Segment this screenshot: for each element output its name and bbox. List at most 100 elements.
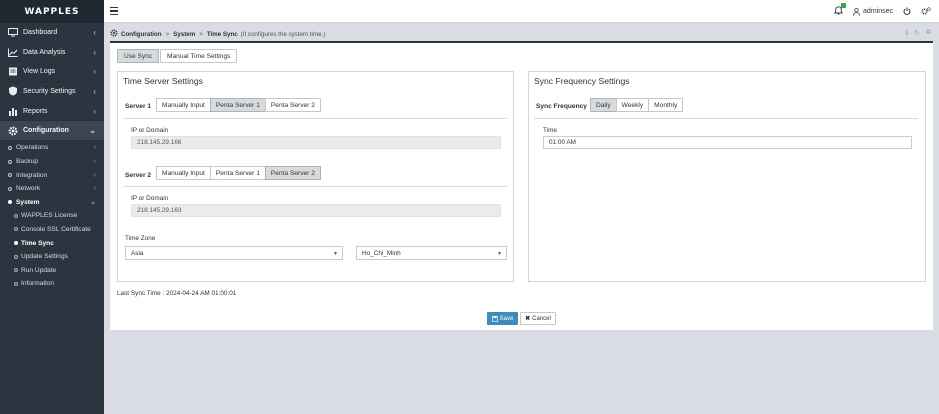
app-logo: WAPPLES	[0, 0, 104, 23]
chevron-down-icon: ⌄	[89, 126, 96, 136]
server2-source-toggle: Manually Input Penta Server 1 Penta Serv…	[156, 166, 321, 180]
floppy-disk-icon	[491, 315, 498, 322]
timezone-city-select[interactable]: Ho_Chi_Minh ▼	[356, 246, 507, 260]
sidebar-subitem-label: Backup	[16, 158, 38, 166]
sidebar-subitem-label: System	[16, 198, 40, 206]
sync-time-input[interactable]: 01:00 AM	[543, 136, 912, 149]
line-chart-icon	[8, 47, 18, 57]
notification-badge	[841, 3, 847, 8]
sidebar-leaf-console-ssl-certificate[interactable]: Console SSL Certificate	[0, 223, 104, 237]
frequency-option-weekly[interactable]: Weekly	[615, 98, 650, 112]
top-bar: adminsec	[104, 0, 939, 23]
sidebar-leaf-run-update[interactable]: Run Update	[0, 263, 104, 277]
chevron-left-icon: ‹	[93, 158, 96, 166]
bell-icon[interactable]	[833, 3, 847, 17]
user-menu[interactable]: adminsec	[853, 7, 893, 16]
sidebar-subitem-network[interactable]: Network ‹	[0, 182, 104, 196]
sidebar-item-reports[interactable]: Reports ‹	[0, 102, 104, 122]
chevron-left-icon: ‹	[93, 144, 96, 152]
breadcrumb-item[interactable]: System	[173, 31, 195, 38]
circle-icon	[8, 159, 12, 164]
circle-icon	[8, 200, 12, 205]
tab-use-sync[interactable]: Use Sync	[117, 49, 160, 63]
server2-option-penta1[interactable]: Penta Server 1	[209, 166, 266, 180]
chevron-left-icon: ‹	[93, 185, 96, 193]
divider	[123, 118, 507, 119]
sidebar-item-label: View Logs	[23, 68, 56, 76]
server1-option-penta2[interactable]: Penta Server 2	[264, 98, 321, 112]
chevron-left-icon: ‹	[93, 67, 96, 77]
sidebar-item-dashboard[interactable]: Dashboard ‹	[0, 23, 104, 43]
divider	[123, 186, 507, 187]
breadcrumb-current: Time Sync	[206, 30, 238, 38]
sync-frequency-label: Sync Frequency	[536, 103, 587, 110]
server2-label: Server 2	[125, 172, 152, 179]
info-icon[interactable]: ℹ	[905, 29, 908, 37]
server2-option-penta2[interactable]: Penta Server 2	[264, 166, 321, 180]
sidebar-leaf-label: Time Sync	[21, 239, 54, 247]
divider	[534, 118, 918, 119]
frequency-option-monthly[interactable]: Monthly	[648, 98, 684, 112]
sidebar-item-security-settings[interactable]: Security Settings ‹	[0, 82, 104, 102]
sidebar-subitem-label: Integration	[16, 171, 48, 179]
sidebar-item-configuration[interactable]: Configuration ⌄	[0, 121, 104, 142]
page-description: (It configures the system time.)	[240, 30, 326, 38]
breadcrumb-separator: >	[199, 30, 203, 38]
sidebar-item-view-logs[interactable]: View Logs ‹	[0, 62, 104, 83]
breadcrumb-separator: >	[165, 30, 170, 38]
tab-manual-time-settings[interactable]: Manual Time Settings	[160, 49, 238, 63]
timezone-region-value: Asia	[131, 249, 144, 257]
last-sync-status: Last Sync Time : 2024-04-24 AM 01:00:01	[117, 290, 237, 297]
sidebar-subitem-backup[interactable]: Backup ‹	[0, 155, 104, 169]
sidebar-subitem-label: Operations	[16, 144, 49, 152]
circle-icon	[14, 227, 18, 232]
sidebar-subitem-operations[interactable]: Operations ‹	[0, 141, 104, 155]
sidebar-leaf-time-sync[interactable]: Time Sync	[0, 236, 104, 250]
refresh-icon[interactable]: ↻	[914, 29, 920, 37]
username: adminsec	[863, 8, 893, 15]
hamburger-menu-icon[interactable]	[110, 7, 118, 15]
server1-ip-label: IP or Domain	[131, 127, 169, 134]
frequency-option-daily[interactable]: Daily	[590, 98, 617, 112]
circle-icon	[14, 281, 18, 286]
document-icon	[8, 67, 18, 77]
sidebar-item-data-analysis[interactable]: Data Analysis ‹	[0, 43, 104, 63]
time-label: Time	[543, 127, 557, 134]
server2-ip-label: IP or Domain	[131, 195, 169, 202]
circle-icon	[8, 186, 12, 191]
server1-source-toggle: Manually Input Penta Server 1 Penta Serv…	[156, 98, 321, 112]
sidebar-subitem-system[interactable]: System ⌄	[0, 196, 104, 210]
server1-option-manual[interactable]: Manually Input	[156, 98, 211, 112]
sidebar-leaf-wapples-license[interactable]: WAPPLES License	[0, 209, 104, 223]
sidebar-subitem-label: Network	[16, 185, 41, 193]
timezone-region-select[interactable]: Asia ▼	[125, 246, 343, 260]
gear-icon	[8, 126, 18, 136]
sidebar-leaf-update-settings[interactable]: Update Settings	[0, 250, 104, 264]
cancel-button[interactable]: ✖ Cancel	[520, 312, 556, 325]
sidebar-item-label: Dashboard	[23, 28, 58, 36]
sidebar-item-label: Data Analysis	[23, 48, 66, 56]
sidebar-leaf-label: Update Settings	[21, 253, 68, 261]
chevron-left-icon: ‹	[93, 171, 96, 179]
breadcrumb-item[interactable]: Configuration	[121, 31, 162, 38]
sidebar-subitem-integration[interactable]: Integration ‹	[0, 168, 104, 182]
external-link-icon[interactable]: ⧉	[926, 29, 931, 37]
breadcrumb: Configuration > System > Time Sync (It c…	[110, 27, 933, 41]
chevron-left-icon: ‹	[93, 86, 96, 96]
power-icon[interactable]	[903, 7, 911, 17]
server2-option-manual[interactable]: Manually Input	[156, 166, 211, 180]
save-button[interactable]: Save	[487, 312, 518, 325]
chevron-left-icon: ‹	[93, 106, 96, 116]
server1-ip-field: 218.145.29.166	[131, 136, 501, 149]
sidebar-leaf-information[interactable]: Information	[0, 277, 104, 291]
cancel-button-label: Cancel	[532, 315, 551, 322]
server1-option-penta1[interactable]: Penta Server 1	[209, 98, 266, 112]
sidebar-item-label: Configuration	[23, 127, 69, 135]
sidebar: WAPPLES Dashboard ‹ Data Analysis ‹ View…	[0, 0, 104, 414]
server2-ip-field: 218.145.29.163	[131, 204, 501, 217]
save-button-label: Save	[499, 315, 514, 322]
settings-cogs-icon[interactable]	[921, 6, 931, 17]
chevron-left-icon: ‹	[93, 47, 96, 57]
circle-icon	[14, 213, 18, 218]
caret-down-icon: ▼	[333, 251, 338, 257]
